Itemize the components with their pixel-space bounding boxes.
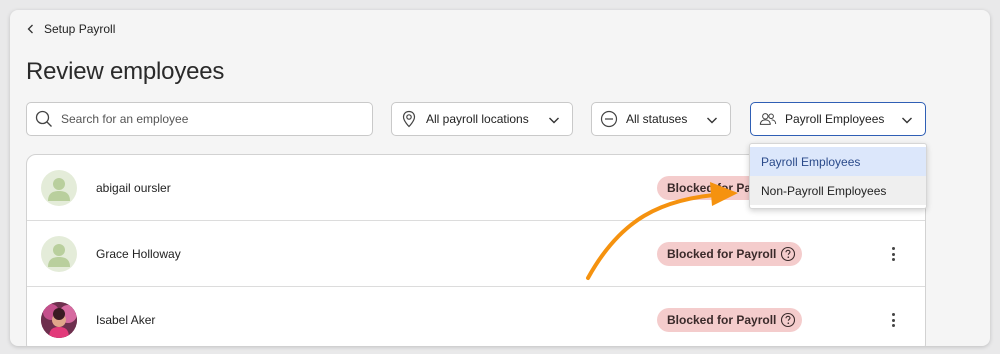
location-filter-label: All payroll locations [426,112,529,126]
back-link-label: Setup Payroll [44,22,116,36]
option-non-payroll-employees[interactable]: Non-Payroll Employees [750,176,926,205]
option-payroll-employees[interactable]: Payroll Employees [750,147,926,176]
employee-name: Grace Holloway [96,247,181,261]
search-icon [35,110,53,128]
chevron-left-icon [27,24,33,34]
search-input[interactable]: Search for an employee [26,102,373,136]
table-row[interactable]: Grace Holloway Blocked for Payroll [27,221,925,287]
avatar-photo [41,302,77,338]
page-title: Review employees [26,58,225,85]
status-badge: Blocked for Payroll [657,308,803,332]
employee-type-filter-label: Payroll Employees [785,112,885,126]
status-badge: Blocked for Payroll [657,242,803,266]
more-options-icon[interactable] [887,245,899,263]
table-row[interactable]: Isabel Aker Blocked for Payroll [27,287,925,346]
employee-type-dropdown-menu: Payroll Employees Non-Payroll Employees [749,143,927,209]
avatar [41,302,77,338]
chevron-down-icon [549,117,559,124]
status-filter[interactable]: All statuses [591,102,731,136]
person-icon [48,244,70,267]
minus-circle-icon [600,110,618,128]
person-icon [48,178,70,201]
location-filter[interactable]: All payroll locations [391,102,573,136]
more-options-icon[interactable] [887,311,899,329]
status-badge-label: Blocked for Payroll [667,247,777,261]
avatar [41,170,77,206]
people-icon [759,110,777,128]
help-icon[interactable] [780,246,796,262]
back-link[interactable]: Setup Payroll [26,22,115,36]
employee-name: abigail oursler [96,181,171,195]
chevron-down-icon [707,117,717,124]
employee-name: Isabel Aker [96,313,156,327]
help-icon[interactable] [780,312,796,328]
employee-type-filter[interactable]: Payroll Employees [750,102,926,136]
avatar [41,236,77,272]
app-window: Setup Payroll Review employees Search fo… [10,10,990,346]
status-filter-label: All statuses [626,112,688,126]
status-badge-label: Blocked for Payroll [667,313,777,327]
chevron-down-icon [902,117,912,124]
search-placeholder: Search for an employee [61,112,189,126]
location-pin-icon [400,110,418,128]
